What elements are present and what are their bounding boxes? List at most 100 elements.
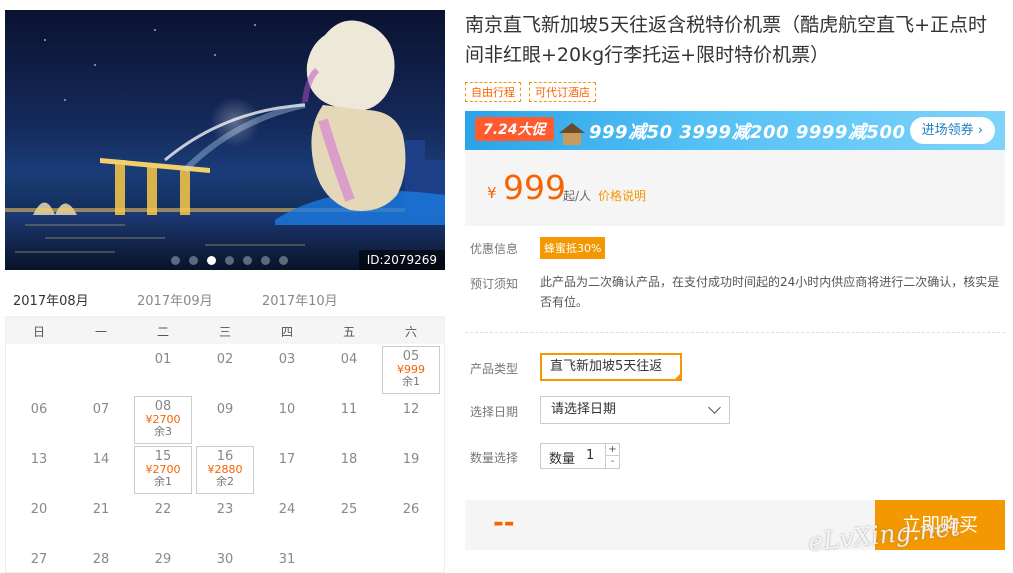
day-number: 03: [278, 352, 296, 367]
day-number: 22: [154, 502, 172, 517]
calendar-day: 22: [134, 496, 192, 544]
calendar-day: 24: [258, 496, 316, 544]
day-number: 23: [216, 502, 234, 517]
beach-hut-icon: [559, 123, 585, 145]
quantity-stepper[interactable]: 数量 1 + -: [540, 443, 620, 469]
promo-info-label: 优惠信息: [470, 242, 519, 256]
quantity-value[interactable]: 1: [586, 448, 594, 463]
calendar-day: 25: [320, 496, 378, 544]
day-number: 08: [154, 399, 172, 414]
day-number: 01: [154, 352, 172, 367]
day-remaining: 余2: [216, 475, 234, 488]
tab-month-oct[interactable]: 2017年10月: [262, 290, 338, 318]
date-select[interactable]: 请选择日期: [540, 396, 730, 424]
day-number: 16: [216, 449, 234, 464]
day-number: 18: [340, 452, 358, 467]
calendar-day: 09: [196, 396, 254, 444]
weekday-label: 二: [156, 325, 169, 339]
day-number: 21: [92, 502, 110, 517]
quantity-minus-button[interactable]: -: [606, 456, 619, 468]
divider: [465, 332, 1005, 333]
day-number: 15: [154, 449, 172, 464]
calendar-day-available[interactable]: 05 ¥999 余1: [382, 346, 440, 394]
calendar-day: 02: [196, 346, 254, 394]
carousel-dot[interactable]: [243, 256, 252, 265]
calendar-day: 21: [72, 496, 130, 544]
calendar-day: 19: [382, 446, 440, 494]
product-title: 南京直飞新加坡5天往返含税特价机票（酷虎航空直飞+正点时间非红眼+20kg行李托…: [465, 14, 988, 66]
calendar-day-available[interactable]: 08 ¥2700 余3: [134, 396, 192, 444]
selected-check-corner-icon: [673, 372, 682, 381]
day-number: 24: [278, 502, 296, 517]
date-select-placeholder: 请选择日期: [551, 402, 617, 417]
day-number: 30: [216, 552, 234, 567]
day-number: 05: [402, 349, 420, 364]
day-number: 14: [92, 452, 110, 467]
promo-discounts: 999减50 3999减200 9999减500: [589, 122, 906, 143]
day-number: 27: [30, 552, 48, 567]
calendar-day-available[interactable]: 15 ¥2700 余1: [134, 446, 192, 494]
calendar-day: 23: [196, 496, 254, 544]
product-page: ID:2079269 2017年08月 2017年09月 2017年10月 日 一…: [0, 0, 1013, 573]
tag-hotel-booking: 可代订酒店: [529, 82, 596, 102]
calendar-day: 29: [134, 546, 192, 573]
calendar-day: 03: [258, 346, 316, 394]
booking-notice-text: 此产品为二次确认产品，在支付成功时间起的24小时内供应商将进行二次确认，核实是否…: [540, 275, 1000, 309]
chevron-down-icon: [708, 401, 721, 414]
image-id-label: ID:2079269: [358, 250, 445, 270]
total-price: --: [493, 508, 515, 538]
product-type-option[interactable]: 直飞新加坡5天往返: [540, 353, 682, 381]
calendar-day: 07: [72, 396, 130, 444]
calendar-day: 13: [10, 446, 68, 494]
weekday-label: 四: [280, 325, 293, 339]
product-type-value: 直飞新加坡5天往返: [550, 359, 663, 374]
carousel-dot[interactable]: [189, 256, 198, 265]
weekday-label: 三: [218, 325, 231, 339]
weekday-label: 日: [32, 325, 45, 339]
calendar-day: 18: [320, 446, 378, 494]
price-explain-link[interactable]: 价格说明: [598, 187, 646, 204]
quantity-buttons: + -: [605, 444, 619, 468]
day-number: 10: [278, 402, 296, 417]
carousel-dot[interactable]: [207, 256, 216, 265]
promo-banner[interactable]: 7.24大促 999减50 3999减200 9999减500 进场领券 ›: [465, 111, 1005, 150]
calendar-day-available[interactable]: 16 ¥2880 余2: [196, 446, 254, 494]
get-coupon-button[interactable]: 进场领券 ›: [909, 117, 995, 144]
buy-now-button[interactable]: 立即购买: [875, 500, 1005, 550]
carousel-dot[interactable]: [171, 256, 180, 265]
honey-discount-badge: 蜂蜜抵30%: [540, 237, 606, 259]
carousel-dot[interactable]: [225, 256, 234, 265]
calendar-day: 26: [382, 496, 440, 544]
day-number: 12: [402, 402, 420, 417]
tab-month-sep[interactable]: 2017年09月: [137, 290, 213, 318]
quantity-label: 数量选择: [470, 451, 519, 465]
carousel-dot[interactable]: [261, 256, 270, 265]
month-tabs: 2017年08月 2017年09月 2017年10月: [5, 288, 445, 320]
date-label: 选择日期: [470, 405, 519, 419]
quantity-plus-button[interactable]: +: [606, 444, 619, 456]
calendar-day: 30: [196, 546, 254, 573]
merlion-night-scene: [5, 20, 445, 270]
hero-image-carousel[interactable]: ID:2079269: [5, 10, 445, 270]
day-number: 29: [154, 552, 172, 567]
calendar-day: 06: [10, 396, 68, 444]
calendar-day: 11: [320, 396, 378, 444]
calendar-day: 04: [320, 346, 378, 394]
weekday-header: 日一二三四五六: [6, 318, 444, 344]
day-number: 02: [216, 352, 234, 367]
day-remaining: 余1: [402, 375, 420, 388]
weekday-label: 五: [342, 325, 355, 339]
carousel-dot[interactable]: [279, 256, 288, 265]
tab-month-aug[interactable]: 2017年08月: [13, 290, 89, 320]
day-remaining: 余3: [154, 425, 172, 438]
calendar-day: 28: [72, 546, 130, 573]
day-remaining: 余1: [154, 475, 172, 488]
weekday-label: 一: [94, 325, 107, 339]
product-tags: 自由行程 可代订酒店: [465, 82, 596, 102]
day-number: 07: [92, 402, 110, 417]
day-number: 04: [340, 352, 358, 367]
calendar-day: 27: [10, 546, 68, 573]
price-currency: ¥: [487, 184, 497, 202]
calendar-day: 12: [382, 396, 440, 444]
weekday-label: 六: [404, 325, 417, 339]
